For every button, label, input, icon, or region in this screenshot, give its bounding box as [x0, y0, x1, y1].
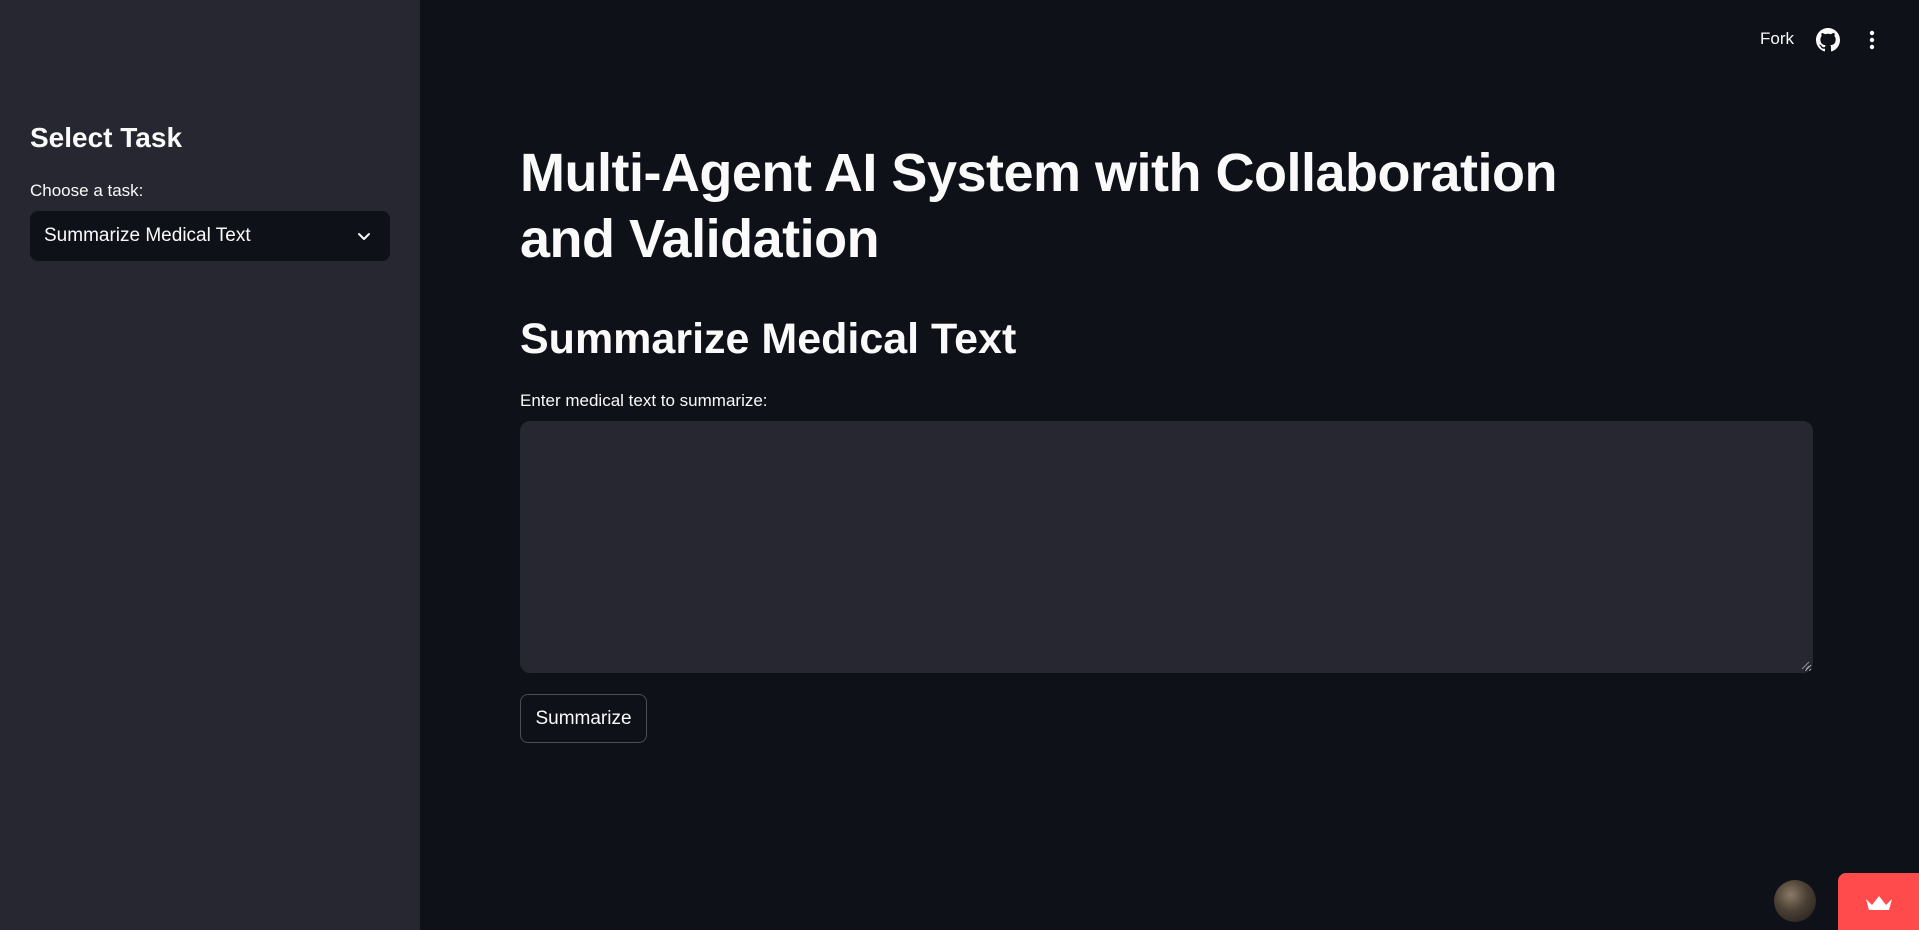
summarize-button[interactable]: Summarize	[520, 694, 647, 743]
task-select-label: Choose a task:	[30, 181, 144, 200]
page-title: Multi-Agent AI System with Collaboration…	[520, 143, 1558, 269]
section-title: Summarize Medical Text	[520, 315, 1017, 363]
app-root: Select Task Choose a task: Summarize Med…	[0, 0, 1919, 930]
sidebar-title: Select Task	[30, 122, 183, 153]
medical-text-input[interactable]	[520, 421, 1813, 673]
task-select[interactable]: Summarize Medical Text	[30, 211, 390, 261]
crown-icon	[1866, 896, 1892, 910]
medical-text-label: Enter medical text to summarize:	[520, 391, 768, 410]
streamlit-badge[interactable]	[1838, 873, 1919, 930]
kebab-menu-icon[interactable]	[1862, 28, 1882, 52]
github-icon[interactable]	[1816, 28, 1840, 52]
fork-button[interactable]: Fork	[1760, 28, 1794, 50]
avatar[interactable]	[1774, 880, 1816, 922]
sidebar: Select Task Choose a task: Summarize Med…	[0, 0, 420, 930]
chevron-down-icon	[358, 233, 370, 240]
task-select-value: Summarize Medical Text	[44, 225, 251, 246]
